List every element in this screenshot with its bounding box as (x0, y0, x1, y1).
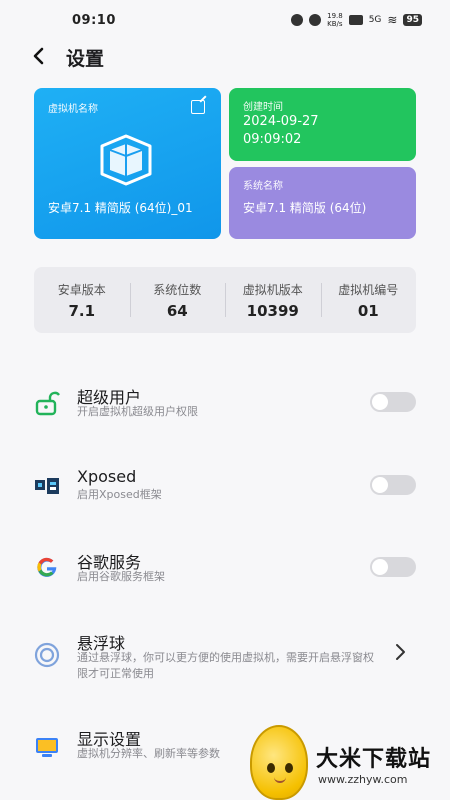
mascot-eye (285, 763, 293, 773)
mascot-mouth (274, 777, 286, 783)
created-time-label: 创建时间 (243, 102, 283, 113)
stat-label: 虚拟机版本 (242, 282, 303, 297)
stat-label: 安卓版本 (57, 282, 106, 297)
superuser-toggle[interactable] (370, 392, 416, 412)
stat-label: 系统位数 (153, 282, 202, 297)
mute-icon (309, 14, 322, 26)
floating-ball-icon (34, 642, 60, 668)
battery-badge: 95 (403, 14, 422, 26)
stat-value: 64 (166, 301, 188, 320)
signal-label: 5G (368, 15, 382, 25)
stat-vm-number: 虚拟机编号 01 (320, 267, 417, 333)
watermark-title: 大米下载站 (316, 747, 432, 772)
back-arrow-svg (33, 47, 44, 65)
setting-subtitle: 启用谷歌服务框架 (77, 570, 165, 583)
status-icons: 19.8 KB/s 5G ≋ 95 (291, 12, 422, 28)
wifi-icon: ≋ (387, 13, 398, 27)
page-title: 设置 (66, 48, 105, 70)
status-bar: 09:10 19.8 KB/s 5G ≋ 95 (0, 0, 450, 40)
net-speed: 19.8 KB/s (327, 12, 343, 28)
setting-google-services[interactable]: 谷歌服务 启用谷歌服务框架 (0, 545, 450, 595)
xposed-toggle[interactable] (370, 475, 416, 495)
setting-subtitle: 启用Xposed框架 (77, 488, 162, 501)
google-services-toggle[interactable] (370, 557, 416, 577)
system-name-label: 系统名称 (243, 181, 283, 192)
vm-name-value: 安卓7.1 精简版 (64位)_01 (48, 201, 193, 215)
setting-subtitle: 开启虚拟机超级用户权限 (77, 405, 198, 418)
alarm-icon (291, 14, 304, 26)
watermark: 大米下载站 www.zzhyw.com (250, 715, 450, 800)
watermark-url: www.zzhyw.com (318, 773, 408, 786)
stat-system-bits: 系统位数 64 (129, 267, 226, 333)
stat-value: 01 (357, 301, 379, 320)
chevron-right-svg (396, 644, 405, 660)
cube-icon (100, 134, 152, 186)
setting-floating-ball[interactable]: 悬浮球 通过悬浮球，你可以更方便的使用虚拟机，需要开启悬浮窗权限才可正常使用 (0, 628, 450, 684)
monitor-icon (36, 738, 58, 757)
google-icon (37, 557, 57, 577)
created-time-card: 创建时间 2024-09-27 09:09:02 (229, 88, 416, 161)
stat-label: 虚拟机编号 (338, 282, 399, 297)
mascot-egg-icon (250, 725, 308, 800)
vm-name-card[interactable]: 虚拟机名称 安卓7.1 精简版 (64位)_01 (34, 88, 221, 239)
stat-value: 10399 (246, 301, 299, 320)
stat-value: 7.1 (68, 301, 96, 320)
unlock-icon (35, 391, 60, 416)
chevron-left-icon[interactable] (28, 46, 48, 70)
system-name-card: 系统名称 安卓7.1 精简版 (64位) (229, 167, 416, 239)
mascot-eye (267, 763, 275, 773)
created-date: 2024-09-27 (243, 114, 319, 129)
vm-stats: 安卓版本 7.1 系统位数 64 虚拟机版本 10399 虚拟机编号 01 (34, 267, 416, 333)
system-name-value: 安卓7.1 精简版 (64位) (243, 201, 367, 215)
setting-superuser[interactable]: 超级用户 开启虚拟机超级用户权限 (0, 380, 450, 430)
setting-title: Xposed (77, 467, 137, 486)
stat-vm-version: 虚拟机版本 10399 (225, 267, 321, 333)
chevron-right-icon[interactable] (394, 642, 406, 666)
setting-subtitle: 虚拟机分辨率、刷新率等参数 (77, 747, 220, 760)
status-time: 09:10 (72, 12, 116, 28)
setting-subtitle: 通过悬浮球，你可以更方便的使用虚拟机，需要开启悬浮窗权限才可正常使用 (77, 651, 374, 680)
edit-icon[interactable] (191, 100, 205, 114)
setting-xposed[interactable]: Xposed 启用Xposed框架 (0, 463, 450, 513)
created-time: 09:09:02 (243, 132, 302, 147)
hd-icon (348, 15, 363, 25)
header: 设置 (0, 40, 450, 76)
stat-android-version: 安卓版本 7.1 (34, 267, 130, 333)
xposed-icon (35, 478, 59, 494)
vm-name-label: 虚拟机名称 (48, 104, 98, 115)
